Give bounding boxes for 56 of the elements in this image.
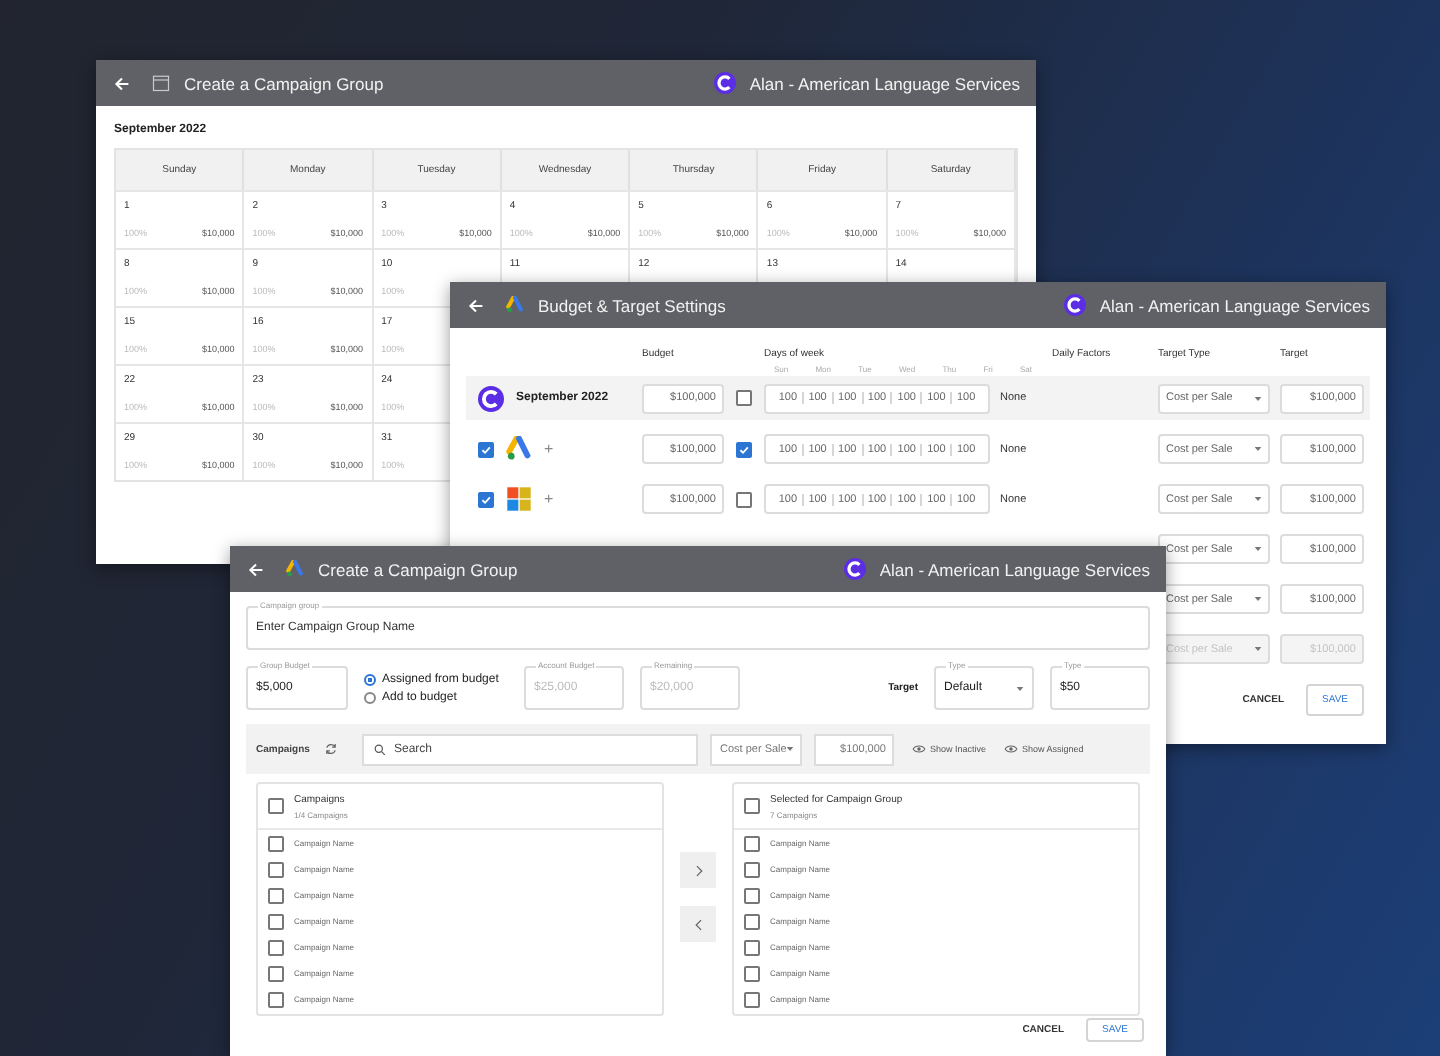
add-button[interactable]: + — [544, 490, 554, 508]
checkbox[interactable] — [744, 991, 760, 1007]
checkbox[interactable] — [736, 390, 752, 406]
checkbox[interactable] — [744, 965, 760, 981]
checkbox[interactable] — [268, 965, 284, 981]
triangle-logo-icon — [506, 296, 524, 314]
caret-icon — [1254, 646, 1262, 652]
checkbox[interactable] — [478, 491, 494, 507]
calendar-icon — [152, 74, 170, 92]
four-squares-logo-icon — [506, 486, 532, 512]
radio-button[interactable] — [364, 691, 376, 703]
triangle-logo-icon — [506, 436, 532, 462]
account-name: Alan - American Language Services — [879, 559, 1150, 579]
account-name: Alan - American Language Services — [1099, 295, 1370, 315]
checkbox[interactable] — [744, 887, 760, 903]
triangle-logo-icon — [286, 560, 304, 578]
checkbox[interactable] — [478, 441, 494, 457]
checkbox[interactable] — [268, 913, 284, 929]
caret-icon — [1254, 395, 1262, 401]
window-title: Create a Campaign Group — [184, 73, 384, 93]
add-button[interactable]: + — [544, 440, 554, 458]
refresh-icon[interactable] — [324, 742, 338, 756]
c-logo-icon — [1063, 294, 1086, 316]
checkbox[interactable] — [744, 861, 760, 877]
radio-button[interactable] — [364, 673, 376, 685]
back-arrow-icon[interactable] — [114, 75, 130, 91]
caret-icon — [1254, 546, 1262, 552]
eye-icon — [912, 744, 926, 754]
chevron-right-icon — [691, 863, 705, 877]
checkbox[interactable] — [268, 798, 284, 814]
back-arrow-icon[interactable] — [248, 561, 264, 577]
caret-icon — [1254, 446, 1262, 452]
checkbox[interactable] — [268, 861, 284, 877]
checkbox[interactable] — [744, 835, 760, 851]
search-icon — [374, 743, 386, 755]
caret-icon — [1016, 685, 1024, 691]
c-logo-icon — [843, 558, 866, 580]
checkbox[interactable] — [268, 991, 284, 1007]
checkbox[interactable] — [268, 835, 284, 851]
caret-icon — [1254, 596, 1262, 602]
checkbox[interactable] — [268, 939, 284, 955]
caret-icon — [1254, 496, 1262, 502]
eye-icon — [1004, 744, 1019, 754]
checkbox[interactable] — [268, 887, 284, 903]
checkbox[interactable] — [736, 491, 752, 507]
c-logo-icon — [713, 72, 736, 94]
checkbox[interactable] — [736, 441, 752, 457]
window-title: Budget & Target Settings — [538, 295, 726, 315]
checkbox[interactable] — [744, 913, 760, 929]
chevron-left-icon — [691, 917, 705, 931]
account-name: Alan - American Language Services — [749, 73, 1020, 93]
c-logo-icon — [478, 385, 504, 411]
window-title: Create a Campaign Group — [318, 559, 518, 579]
back-arrow-icon[interactable] — [468, 297, 484, 313]
checkbox[interactable] — [744, 939, 760, 955]
checkbox[interactable] — [744, 798, 760, 814]
